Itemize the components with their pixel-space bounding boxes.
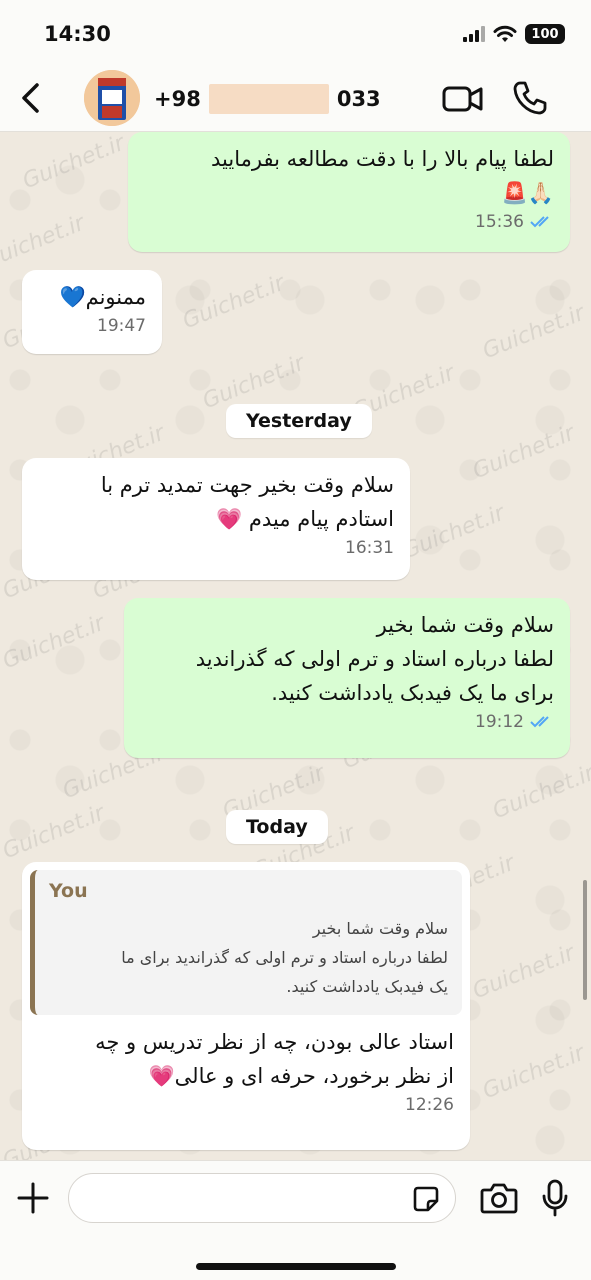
message-time: 16:31 (345, 538, 394, 558)
microphone-icon[interactable] (542, 1179, 568, 1217)
message-text: استاد عالی بودن، چه از نظر تدریس و چه از… (95, 1030, 454, 1088)
message-time: 19:47 (97, 316, 146, 336)
message-text: سلام وقت بخیر جهت تمدید ترم با استادم پی… (100, 473, 394, 531)
message-bubble-incoming[interactable]: سلام وقت بخیر جهت تمدید ترم با استادم پی… (22, 458, 410, 580)
wifi-icon (493, 25, 517, 42)
home-indicator (196, 1263, 396, 1270)
message-bubble-incoming[interactable]: You سلام وقت شما بخیر لطفا درباره استاد … (22, 862, 470, 1150)
camera-icon[interactable] (480, 1181, 518, 1215)
message-meta: 16:31 (38, 538, 394, 558)
contact-name[interactable]: +98 033 (154, 84, 381, 114)
message-time: 15:36 (475, 212, 524, 232)
message-text: سلام وقت شما بخیر لطفا درباره استاد و تر… (195, 613, 554, 705)
message-bubble-outgoing[interactable]: لطفا پیام بالا را با دقت مطالعه بفرمایید… (128, 132, 570, 252)
cellular-signal-icon (463, 26, 485, 42)
chevron-left-icon[interactable] (12, 78, 52, 118)
message-text: ممنونم💙 (59, 285, 146, 309)
scrollbar[interactable] (583, 880, 587, 1000)
status-icons: 100 (463, 24, 565, 44)
quoted-message[interactable]: You سلام وقت شما بخیر لطفا درباره استاد … (30, 870, 462, 1015)
status-bar: 14:30 100 (0, 0, 591, 66)
input-bar (0, 1160, 591, 1280)
message-time: 12:26 (405, 1095, 454, 1115)
message-text: لطفا پیام بالا را با دقت مطالعه بفرمایید… (211, 147, 554, 205)
double-check-icon (530, 716, 549, 728)
plus-icon[interactable] (16, 1181, 50, 1215)
date-separator: Today (226, 810, 328, 844)
contact-avatar-icon (84, 70, 140, 126)
contact-name-suffix: 033 (336, 87, 381, 111)
battery-indicator: 100 (525, 24, 565, 44)
message-time: 19:12 (475, 712, 524, 732)
message-meta: 19:47 (38, 316, 146, 336)
double-check-icon (530, 216, 549, 228)
message-bubble-outgoing[interactable]: سلام وقت شما بخیر لطفا درباره استاد و تر… (124, 598, 570, 758)
contact-name-prefix: +98 (154, 87, 201, 111)
message-meta: 19:12 (140, 712, 554, 732)
date-separator: Yesterday (226, 404, 372, 438)
video-camera-icon[interactable] (442, 82, 484, 116)
phone-icon[interactable] (512, 80, 548, 116)
avatar[interactable] (84, 70, 140, 126)
message-input[interactable] (68, 1173, 456, 1223)
message-meta: 12:26 (30, 1095, 462, 1115)
status-time: 14:30 (44, 22, 111, 46)
message-meta: 15:36 (144, 212, 554, 232)
sticker-icon[interactable] (412, 1185, 440, 1213)
message-bubble-incoming[interactable]: ممنونم💙 19:47 (22, 270, 162, 354)
quote-author: You (49, 880, 88, 902)
chat-header: +98 033 (0, 66, 591, 132)
quote-text: سلام وقت شما بخیر لطفا درباره استاد و تر… (121, 919, 448, 996)
redacted-block (208, 84, 329, 114)
